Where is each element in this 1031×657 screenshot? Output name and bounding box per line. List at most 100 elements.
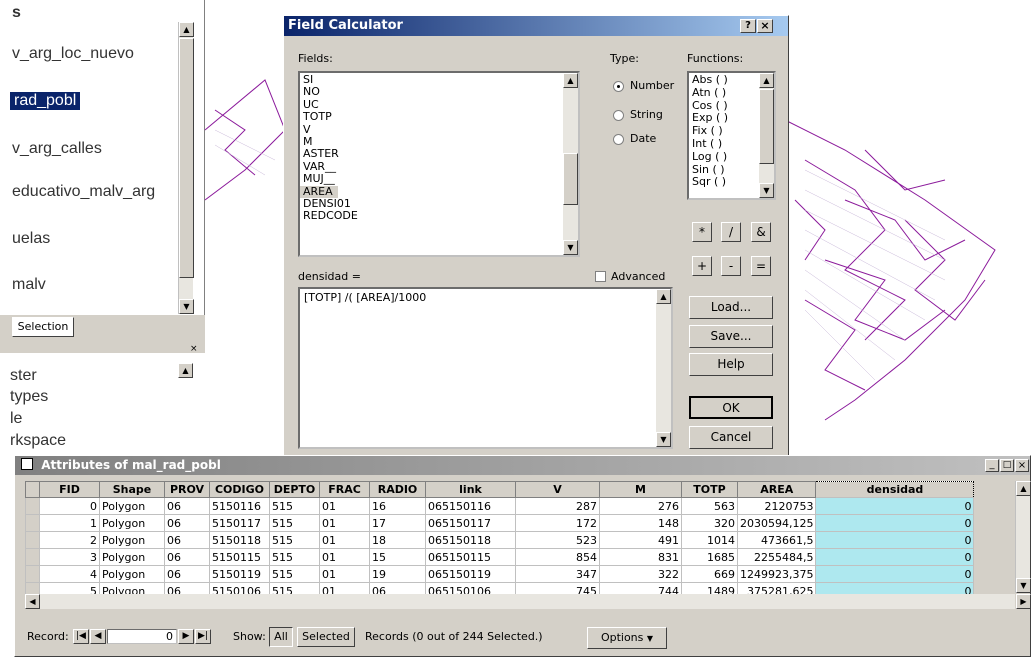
field-list-item[interactable]: REDCODE	[300, 209, 578, 222]
table-cell[interactable]: 563	[681, 497, 738, 515]
cancel-button[interactable]: Cancel	[689, 426, 773, 449]
scroll-up-icon[interactable]: ▲	[759, 73, 774, 88]
dialog-title-bar[interactable]: Field Calculator ? ×	[284, 16, 788, 36]
scroll-up-icon[interactable]: ▲	[656, 289, 671, 304]
layer-item[interactable]: malv	[12, 276, 46, 294]
row-selector[interactable]	[25, 565, 40, 583]
column-header[interactable]: RADIO	[369, 481, 426, 498]
op-multiply-button[interactable]: *	[692, 222, 712, 242]
fields-scrollbar[interactable]: ▲ ▼	[563, 73, 578, 255]
op-concat-button[interactable]: &	[751, 222, 771, 242]
table-cell[interactable]: 5150115	[209, 548, 270, 566]
table-cell[interactable]: 515	[269, 565, 320, 583]
op-equals-button[interactable]: =	[751, 256, 771, 276]
table-cell[interactable]: 0	[39, 497, 100, 515]
table-cell[interactable]: 322	[599, 565, 682, 583]
table-cell[interactable]: 065150116	[425, 497, 516, 515]
table-cell[interactable]: 17	[369, 514, 426, 532]
fields-list[interactable]: SI NO UC TOTP V M ASTER VAR__ MUJ__ AREA DENSI01 RE…	[298, 71, 580, 257]
column-header[interactable]: M	[599, 481, 682, 498]
table-cell[interactable]: 15	[369, 548, 426, 566]
scroll-thumb[interactable]	[563, 153, 578, 205]
first-record-icon[interactable]: |◀	[73, 629, 89, 644]
catalog-item[interactable]: types	[10, 388, 48, 406]
table-cell[interactable]: 473661,5	[736, 531, 817, 549]
table-cell[interactable]: 065150115	[425, 548, 516, 566]
scroll-left-icon[interactable]: ◀	[25, 594, 40, 609]
catalog-item[interactable]: rkspace	[10, 432, 66, 450]
field-list-item[interactable]: M	[300, 135, 578, 148]
table-cell[interactable]: 06	[164, 514, 210, 532]
field-list-item[interactable]: SI	[300, 73, 578, 86]
column-header[interactable]: Shape	[99, 481, 165, 498]
row-selector[interactable]	[25, 531, 40, 549]
table-cell[interactable]: 01	[319, 497, 370, 515]
scroll-thumb[interactable]	[179, 38, 194, 278]
table-cell[interactable]: 148	[599, 514, 682, 532]
row-selector[interactable]	[25, 548, 40, 566]
row-selector[interactable]	[25, 497, 40, 515]
table-scrollbar-vertical[interactable]: ▲ ▼	[1015, 481, 1031, 593]
layer-item[interactable]: v_arg_loc_nuevo	[12, 45, 134, 63]
attribute-grid[interactable]: FID Shape PROV CODIGO DEPTO FRAC RADIO link V M TO…	[25, 481, 975, 600]
column-header[interactable]: DEPTO	[269, 481, 320, 498]
table-cell[interactable]: 065150118	[425, 531, 516, 549]
table-cell[interactable]: 18	[369, 531, 426, 549]
column-header[interactable]: link	[425, 481, 516, 498]
options-button[interactable]: Options ▼	[587, 627, 667, 649]
scroll-thumb[interactable]	[759, 89, 774, 164]
table-cell[interactable]: 0	[815, 531, 975, 549]
show-all-button[interactable]: All	[269, 627, 293, 647]
scroll-up-icon[interactable]: ▲	[1016, 481, 1031, 496]
table-cell[interactable]: 06	[164, 531, 210, 549]
table-cell[interactable]: 01	[319, 548, 370, 566]
table-cell[interactable]: Polygon	[99, 565, 165, 583]
table-cell[interactable]: 1	[39, 514, 100, 532]
table-cell[interactable]: 06	[164, 497, 210, 515]
load-button[interactable]: Load...	[689, 296, 773, 319]
table-cell[interactable]: 01	[319, 531, 370, 549]
record-number-input[interactable]: 0	[107, 629, 177, 644]
help-button[interactable]: Help	[689, 353, 773, 376]
close-icon[interactable]: ×	[757, 19, 773, 33]
field-list-item[interactable]: TOTP	[300, 110, 578, 123]
table-cell[interactable]: 2255484,5	[736, 548, 817, 566]
table-cell[interactable]: 287	[515, 497, 600, 515]
table-cell[interactable]: 5150119	[209, 565, 270, 583]
table-cell[interactable]: 831	[599, 548, 682, 566]
attribute-title-bar[interactable]: Attributes of mal_rad_pobl	[15, 456, 1030, 475]
table-cell[interactable]: 0	[815, 565, 975, 583]
table-cell[interactable]: 06	[164, 548, 210, 566]
table-row[interactable]: 4 Polygon 06 5150119 515 01 19 065150119 347 322 6…	[25, 565, 975, 583]
table-cell[interactable]: 0	[815, 548, 975, 566]
ok-button[interactable]: OK	[689, 396, 773, 419]
table-cell[interactable]: 16	[369, 497, 426, 515]
op-minus-button[interactable]: -	[721, 256, 741, 276]
layer-item[interactable]: uelas	[12, 230, 50, 248]
column-header[interactable]: FID	[39, 481, 100, 498]
layer-item[interactable]: educativo_malv_arg	[12, 183, 155, 201]
table-cell[interactable]: 854	[515, 548, 600, 566]
table-cell[interactable]: 5150117	[209, 514, 270, 532]
previous-record-icon[interactable]: ◀	[90, 629, 106, 644]
table-cell[interactable]: 347	[515, 565, 600, 583]
table-cell[interactable]: 491	[599, 531, 682, 549]
close-icon[interactable]: ×	[1015, 459, 1029, 472]
expression-input[interactable]: [TOTP] /( [AREA]/1000 ▲ ▼	[298, 287, 673, 449]
op-plus-button[interactable]: +	[692, 256, 712, 276]
column-header[interactable]: densidad	[815, 481, 975, 498]
functions-list[interactable]: Abs ( ) Atn ( ) Cos ( ) Exp ( ) Fix ( ) Int (…	[687, 71, 776, 200]
table-cell[interactable]: 06	[164, 565, 210, 583]
table-cell[interactable]: 515	[269, 497, 320, 515]
scroll-down-icon[interactable]: ▼	[179, 299, 194, 314]
table-cell[interactable]: 276	[599, 497, 682, 515]
table-cell[interactable]: 01	[319, 514, 370, 532]
table-cell[interactable]: 2120753	[736, 497, 817, 515]
table-cell[interactable]: Polygon	[99, 548, 165, 566]
field-list-item[interactable]: ASTER	[300, 147, 578, 160]
table-cell[interactable]: 523	[515, 531, 600, 549]
maximize-icon[interactable]: □	[1000, 459, 1014, 472]
table-cell[interactable]: 1249923,375	[736, 565, 817, 583]
column-header[interactable]: PROV	[164, 481, 210, 498]
field-list-item[interactable]: NO	[300, 85, 578, 98]
